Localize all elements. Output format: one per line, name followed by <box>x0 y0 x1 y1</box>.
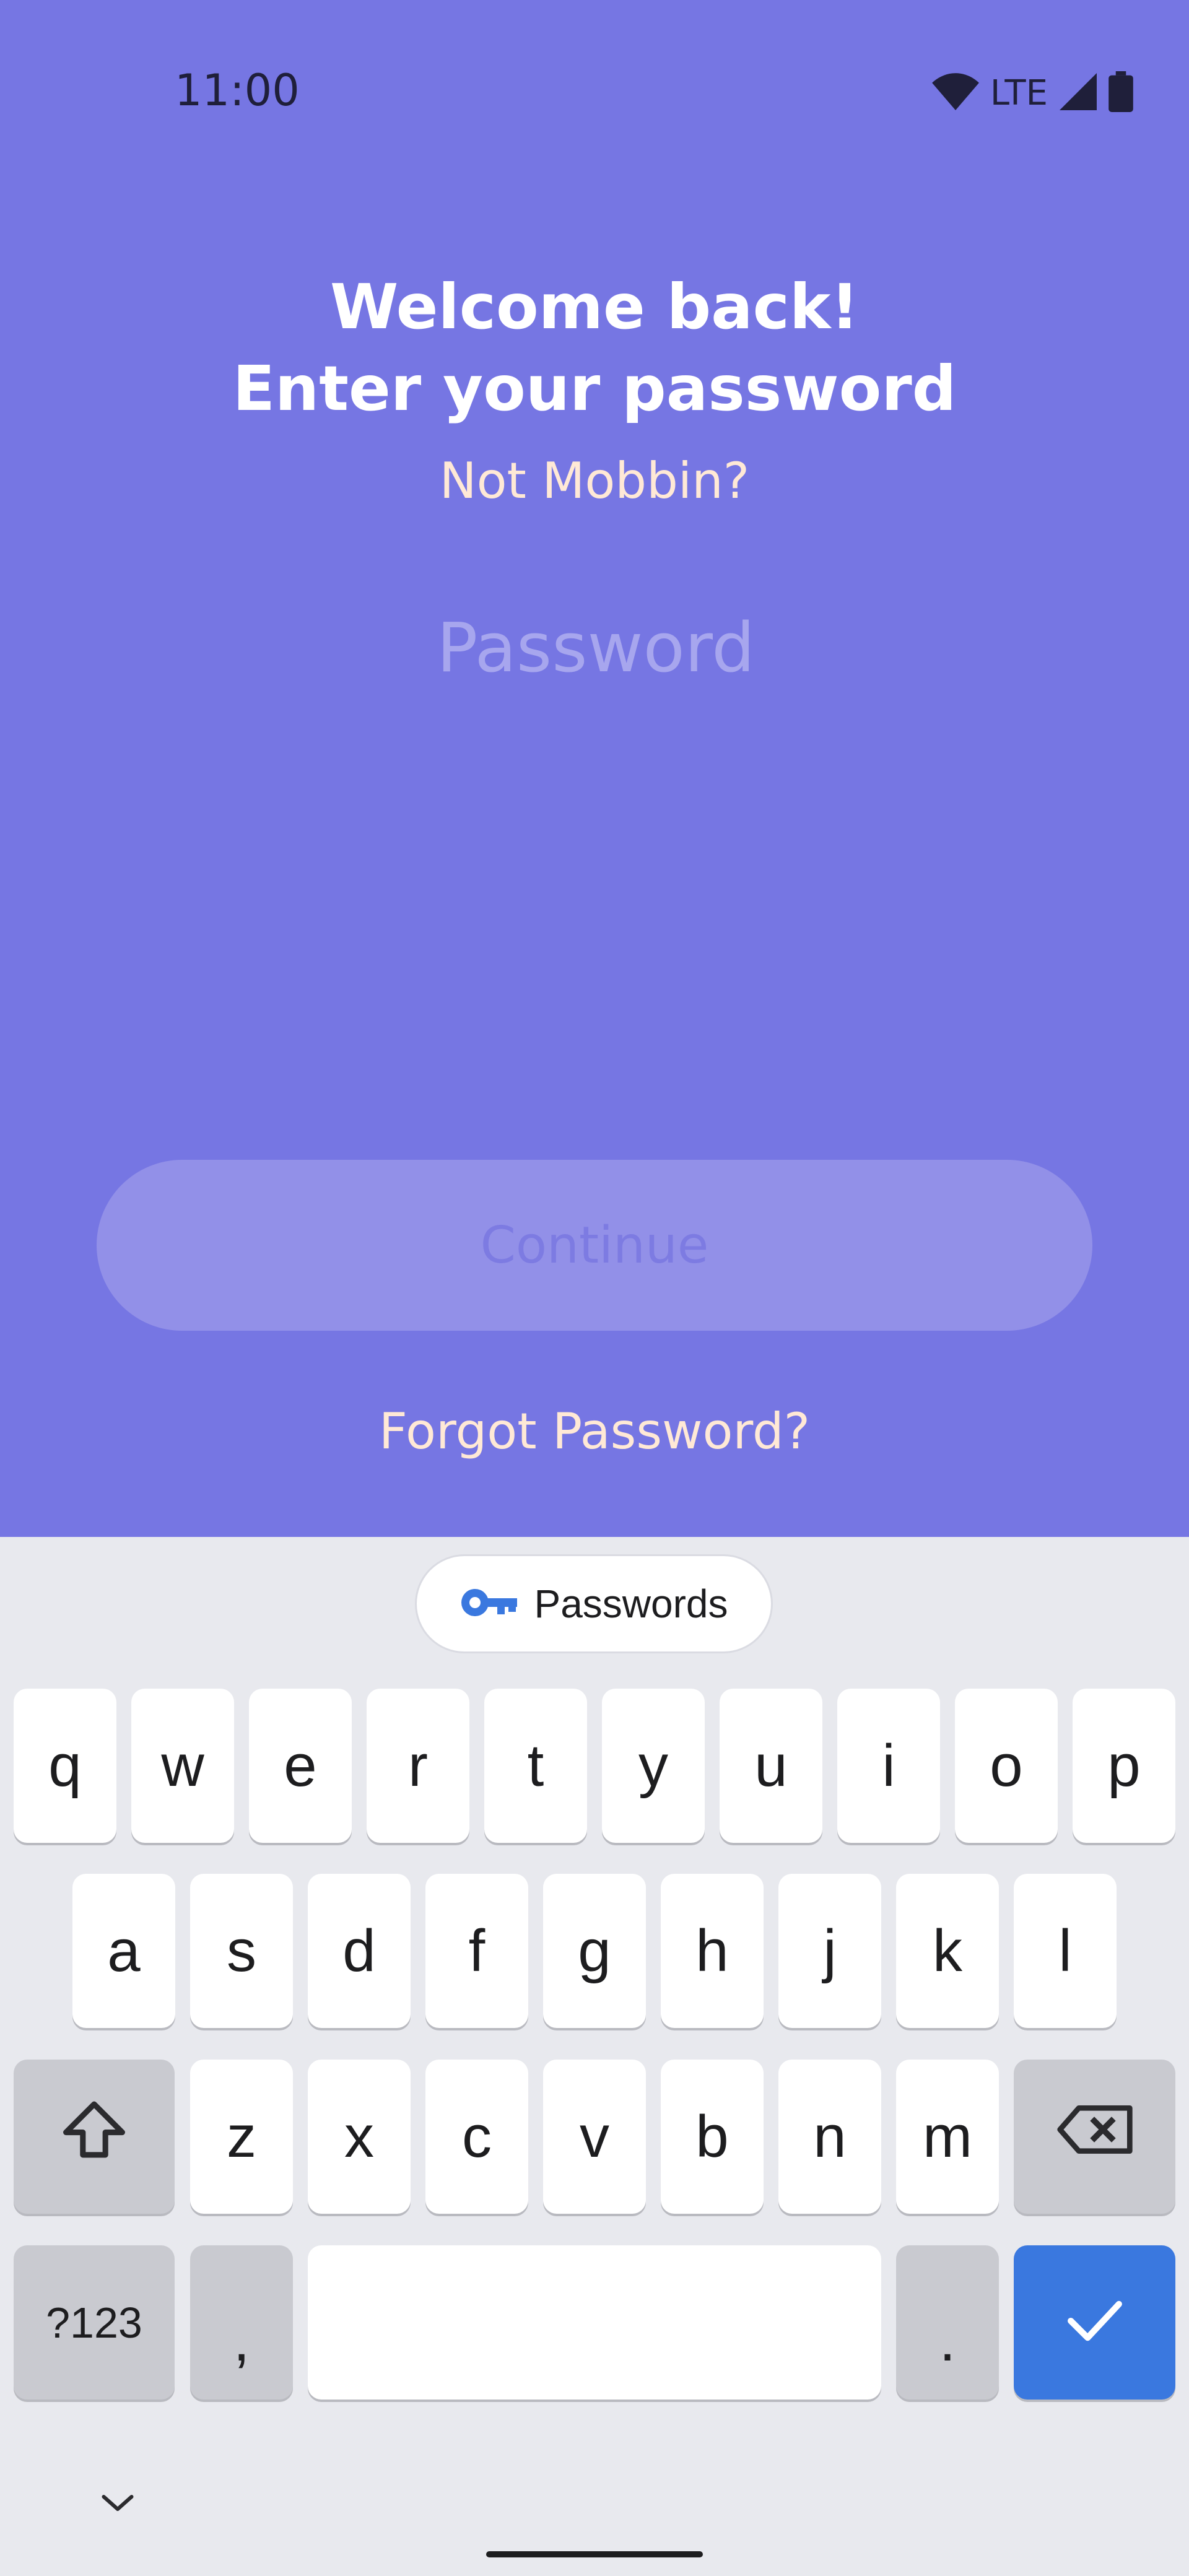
key-b[interactable]: b <box>661 2060 764 2214</box>
key-g[interactable]: g <box>543 1874 646 2028</box>
password-field[interactable] <box>223 594 969 701</box>
key-m[interactable]: m <box>896 2060 999 2214</box>
passwords-suggestion-chip[interactable]: Passwords <box>415 1554 773 1653</box>
key-u[interactable]: u <box>720 1689 822 1843</box>
key-q[interactable]: q <box>14 1689 116 1843</box>
key-f[interactable]: f <box>425 1874 528 2028</box>
key-c[interactable]: c <box>425 2060 528 2214</box>
key-l[interactable]: l <box>1014 1874 1117 2028</box>
wifi-icon <box>932 72 979 113</box>
chevron-down-icon[interactable] <box>99 2491 136 2518</box>
status-time: 11:00 <box>175 65 300 116</box>
backspace-key[interactable] <box>1014 2060 1175 2214</box>
key-a[interactable]: a <box>72 1874 175 2028</box>
shift-icon <box>60 2099 128 2175</box>
status-bar: 11:00 LTE <box>0 0 1189 186</box>
key-y[interactable]: y <box>602 1689 705 1843</box>
done-key[interactable] <box>1014 2245 1175 2400</box>
key-o[interactable]: o <box>955 1689 1058 1843</box>
continue-button[interactable]: Continue <box>97 1160 1092 1331</box>
key-icon <box>460 1587 517 1621</box>
key-d[interactable]: d <box>308 1874 411 2028</box>
key-s[interactable]: s <box>190 1874 293 2028</box>
backspace-icon <box>1055 2102 1135 2172</box>
key-i[interactable]: i <box>837 1689 940 1843</box>
shift-key[interactable] <box>14 2060 175 2214</box>
page-title: Welcome back! Enter your password <box>0 266 1189 430</box>
key-t[interactable]: t <box>484 1689 587 1843</box>
title-line-2: Enter your password <box>232 352 957 425</box>
key-k[interactable]: k <box>896 1874 999 2028</box>
status-icons: LTE <box>932 68 1133 118</box>
key-p[interactable]: p <box>1073 1689 1175 1843</box>
key-e[interactable]: e <box>249 1689 352 1843</box>
signal-icon <box>1059 72 1097 113</box>
key-r[interactable]: r <box>367 1689 469 1843</box>
battery-icon <box>1108 71 1133 115</box>
suggestion-chip-label: Passwords <box>534 1582 728 1626</box>
not-user-link[interactable]: Not Mobbin? <box>0 452 1189 510</box>
key-x[interactable]: x <box>308 2060 411 2214</box>
key-j[interactable]: j <box>778 1874 881 2028</box>
key-n[interactable]: n <box>778 2060 881 2214</box>
key-w[interactable]: w <box>131 1689 234 1843</box>
gesture-nav-handle[interactable] <box>486 2551 703 2557</box>
key-h[interactable]: h <box>661 1874 764 2028</box>
forgot-password-link[interactable]: Forgot Password? <box>0 1403 1189 1460</box>
title-line-1: Welcome back! <box>329 271 860 343</box>
space-bar[interactable] <box>308 2245 881 2400</box>
network-type: LTE <box>990 72 1048 113</box>
comma-key[interactable]: , <box>190 2245 293 2400</box>
period-key[interactable]: . <box>896 2245 999 2400</box>
key-z[interactable]: z <box>190 2060 293 2214</box>
checkmark-icon <box>1065 2289 1125 2357</box>
symbols-key[interactable]: ?123 <box>14 2245 175 2400</box>
key-v[interactable]: v <box>543 2060 646 2214</box>
